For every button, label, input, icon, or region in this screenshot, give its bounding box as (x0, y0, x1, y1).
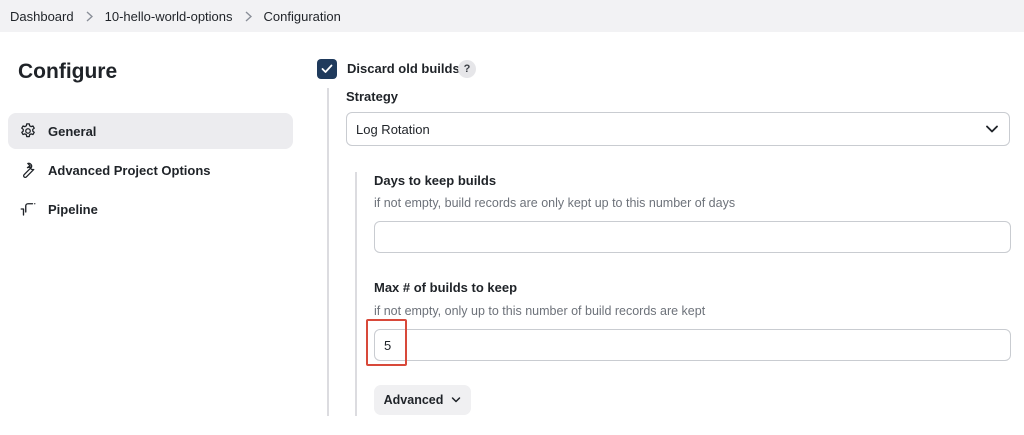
breadcrumb-job[interactable]: 10-hello-world-options (105, 9, 233, 24)
highlight-annotation-box (366, 319, 407, 366)
section-divider (327, 88, 329, 416)
strategy-label: Strategy (346, 89, 399, 104)
breadcrumb-configuration[interactable]: Configuration (264, 9, 341, 24)
help-icon[interactable]: ? (458, 60, 476, 78)
sidebar-item-label: Advanced Project Options (48, 162, 211, 178)
chevron-right-icon (245, 10, 252, 22)
max-builds-help: if not empty, only up to this number of … (374, 304, 706, 318)
max-builds-input[interactable]: 5 (374, 329, 1011, 361)
max-builds-label: Max # of builds to keep (374, 280, 518, 295)
sidebar-item-label: Pipeline (48, 201, 98, 217)
days-to-keep-input[interactable] (374, 221, 1011, 253)
gear-icon (18, 121, 38, 141)
strategy-selected-value: Log Rotation (356, 121, 430, 137)
sidebar-item-pipeline[interactable]: Pipeline (8, 191, 293, 227)
advanced-button-label: Advanced (383, 393, 444, 407)
chevron-down-icon (451, 395, 461, 405)
page-title: Configure (18, 60, 118, 83)
pipeline-icon (18, 199, 38, 219)
chevron-right-icon (86, 10, 93, 22)
breadcrumb-dashboard[interactable]: Dashboard (10, 9, 74, 24)
discard-old-builds-label[interactable]: Discard old builds (347, 61, 460, 76)
sidebar-item-advanced-project-options[interactable]: Advanced Project Options (8, 152, 293, 188)
breadcrumb: Dashboard 10-hello-world-options Configu… (0, 0, 1024, 32)
subsection-divider (355, 172, 357, 416)
wrench-icon (18, 160, 38, 180)
sidebar-item-general[interactable]: General (8, 113, 293, 149)
checkmark-icon (321, 64, 333, 73)
days-to-keep-help: if not empty, build records are only kep… (374, 196, 736, 210)
chevron-down-icon (985, 122, 999, 139)
advanced-button[interactable]: Advanced (374, 385, 471, 415)
discard-old-builds-checkbox[interactable] (317, 59, 337, 79)
strategy-select[interactable]: Log Rotation (346, 112, 1010, 146)
sidebar-item-label: General (48, 123, 97, 139)
days-to-keep-label: Days to keep builds (374, 173, 497, 188)
